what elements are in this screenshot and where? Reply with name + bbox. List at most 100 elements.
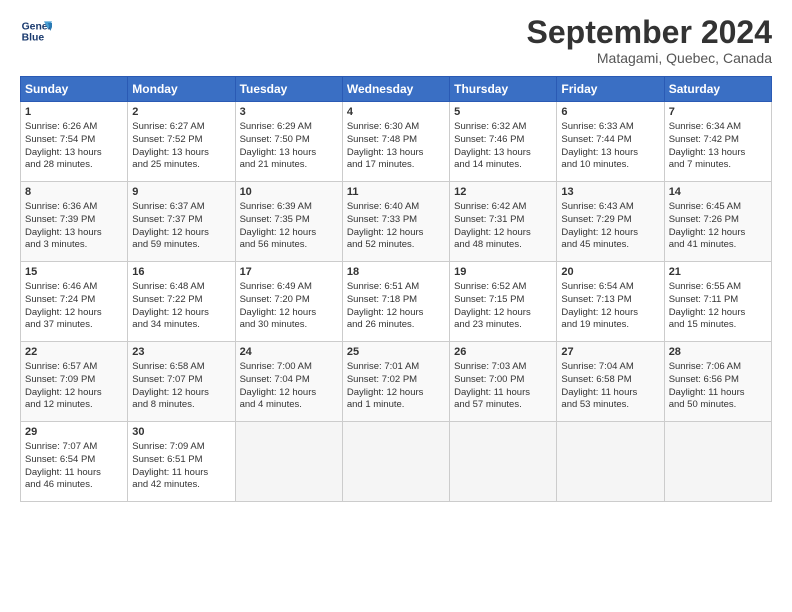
- calendar-cell: 28Sunrise: 7:06 AMSunset: 6:56 PMDayligh…: [664, 342, 771, 422]
- cell-line: Daylight: 11 hours: [454, 387, 552, 400]
- calendar-cell: 3Sunrise: 6:29 AMSunset: 7:50 PMDaylight…: [235, 102, 342, 182]
- cell-line: Sunrise: 7:01 AM: [347, 361, 445, 374]
- cell-line: Sunset: 7:54 PM: [25, 134, 123, 147]
- page: General Blue September 2024 Matagami, Qu…: [0, 0, 792, 612]
- cell-line: Sunset: 7:24 PM: [25, 294, 123, 307]
- weekday-header-monday: Monday: [128, 77, 235, 102]
- week-row-2: 8Sunrise: 6:36 AMSunset: 7:39 PMDaylight…: [21, 182, 772, 262]
- cell-line: Sunset: 7:22 PM: [132, 294, 230, 307]
- day-number: 6: [561, 105, 659, 120]
- day-number: 28: [669, 345, 767, 360]
- cell-line: Sunset: 7:11 PM: [669, 294, 767, 307]
- day-number: 25: [347, 345, 445, 360]
- cell-line: Sunset: 7:07 PM: [132, 374, 230, 387]
- cell-line: Daylight: 12 hours: [25, 387, 123, 400]
- svg-text:Blue: Blue: [22, 33, 45, 44]
- cell-line: and 53 minutes.: [561, 399, 659, 412]
- cell-line: and 57 minutes.: [454, 399, 552, 412]
- day-number: 4: [347, 105, 445, 120]
- weekday-header-friday: Friday: [557, 77, 664, 102]
- cell-line: Sunset: 7:37 PM: [132, 214, 230, 227]
- day-number: 12: [454, 185, 552, 200]
- calendar-cell: [450, 422, 557, 502]
- cell-line: Sunrise: 6:51 AM: [347, 281, 445, 294]
- cell-line: Sunrise: 6:46 AM: [25, 281, 123, 294]
- calendar-cell: 6Sunrise: 6:33 AMSunset: 7:44 PMDaylight…: [557, 102, 664, 182]
- day-number: 15: [25, 265, 123, 280]
- cell-line: Sunrise: 6:33 AM: [561, 121, 659, 134]
- cell-line: and 3 minutes.: [25, 239, 123, 252]
- calendar-cell: 4Sunrise: 6:30 AMSunset: 7:48 PMDaylight…: [342, 102, 449, 182]
- cell-line: Sunset: 7:31 PM: [454, 214, 552, 227]
- calendar-cell: 12Sunrise: 6:42 AMSunset: 7:31 PMDayligh…: [450, 182, 557, 262]
- cell-line: Sunset: 7:44 PM: [561, 134, 659, 147]
- cell-line: Sunset: 7:42 PM: [669, 134, 767, 147]
- cell-line: and 10 minutes.: [561, 159, 659, 172]
- logo: General Blue: [20, 15, 52, 47]
- calendar-cell: 18Sunrise: 6:51 AMSunset: 7:18 PMDayligh…: [342, 262, 449, 342]
- cell-line: and 15 minutes.: [669, 319, 767, 332]
- day-number: 30: [132, 425, 230, 440]
- calendar-cell: 7Sunrise: 6:34 AMSunset: 7:42 PMDaylight…: [664, 102, 771, 182]
- location: Matagami, Quebec, Canada: [527, 50, 772, 66]
- header: General Blue September 2024 Matagami, Qu…: [20, 15, 772, 66]
- cell-line: Sunrise: 6:29 AM: [240, 121, 338, 134]
- day-number: 8: [25, 185, 123, 200]
- cell-line: Sunrise: 6:55 AM: [669, 281, 767, 294]
- cell-line: Daylight: 11 hours: [561, 387, 659, 400]
- day-number: 9: [132, 185, 230, 200]
- day-number: 1: [25, 105, 123, 120]
- day-number: 19: [454, 265, 552, 280]
- cell-line: and 56 minutes.: [240, 239, 338, 252]
- cell-line: Daylight: 11 hours: [25, 467, 123, 480]
- weekday-header-row: SundayMondayTuesdayWednesdayThursdayFrid…: [21, 77, 772, 102]
- calendar-cell: 1Sunrise: 6:26 AMSunset: 7:54 PMDaylight…: [21, 102, 128, 182]
- day-number: 17: [240, 265, 338, 280]
- day-number: 22: [25, 345, 123, 360]
- cell-line: Daylight: 12 hours: [132, 387, 230, 400]
- calendar-cell: [557, 422, 664, 502]
- cell-line: Daylight: 13 hours: [25, 147, 123, 160]
- week-row-5: 29Sunrise: 7:07 AMSunset: 6:54 PMDayligh…: [21, 422, 772, 502]
- calendar-cell: 14Sunrise: 6:45 AMSunset: 7:26 PMDayligh…: [664, 182, 771, 262]
- week-row-3: 15Sunrise: 6:46 AMSunset: 7:24 PM Dayligh…: [21, 262, 772, 342]
- cell-line: Daylight: 13 hours: [669, 147, 767, 160]
- cell-line: Daylight: 12 hours: [240, 307, 338, 320]
- day-number: 14: [669, 185, 767, 200]
- calendar-cell: 20Sunrise: 6:54 AMSunset: 7:13 PMDayligh…: [557, 262, 664, 342]
- cell-line: Sunset: 7:46 PM: [454, 134, 552, 147]
- calendar-cell: 25Sunrise: 7:01 AMSunset: 7:02 PMDayligh…: [342, 342, 449, 422]
- cell-line: Daylight: 12 hours: [347, 227, 445, 240]
- calendar-cell: 13Sunrise: 6:43 AMSunset: 7:29 PMDayligh…: [557, 182, 664, 262]
- cell-line: Sunset: 7:29 PM: [561, 214, 659, 227]
- cell-line: Sunrise: 6:48 AM: [132, 281, 230, 294]
- cell-line: Daylight: 13 hours: [561, 147, 659, 160]
- calendar-cell: 16Sunrise: 6:48 AMSunset: 7:22 PMDayligh…: [128, 262, 235, 342]
- calendar-cell: 27Sunrise: 7:04 AMSunset: 6:58 PMDayligh…: [557, 342, 664, 422]
- day-number: 5: [454, 105, 552, 120]
- cell-line: Daylight: 13 hours: [132, 147, 230, 160]
- calendar-cell: [664, 422, 771, 502]
- calendar-cell: 5Sunrise: 6:32 AMSunset: 7:46 PMDaylight…: [450, 102, 557, 182]
- cell-line: Sunrise: 7:03 AM: [454, 361, 552, 374]
- calendar-cell: 19Sunrise: 6:52 AMSunset: 7:15 PMDayligh…: [450, 262, 557, 342]
- day-number: 3: [240, 105, 338, 120]
- cell-line: Sunrise: 6:52 AM: [454, 281, 552, 294]
- cell-line: Daylight: 12 hours: [240, 387, 338, 400]
- cell-line: and 4 minutes.: [240, 399, 338, 412]
- cell-line: Daylight: 12 hours: [454, 227, 552, 240]
- cell-line: Sunrise: 7:00 AM: [240, 361, 338, 374]
- cell-line: and 1 minute.: [347, 399, 445, 412]
- cell-line: Sunset: 7:52 PM: [132, 134, 230, 147]
- day-number: 27: [561, 345, 659, 360]
- month-title: September 2024: [527, 15, 772, 50]
- weekday-header-tuesday: Tuesday: [235, 77, 342, 102]
- cell-line: Sunrise: 6:36 AM: [25, 201, 123, 214]
- calendar-cell: 29Sunrise: 7:07 AMSunset: 6:54 PMDayligh…: [21, 422, 128, 502]
- cell-line: Sunrise: 7:04 AM: [561, 361, 659, 374]
- cell-line: Sunrise: 6:43 AM: [561, 201, 659, 214]
- cell-line: Sunrise: 6:26 AM: [25, 121, 123, 134]
- cell-line: and 30 minutes.: [240, 319, 338, 332]
- cell-line: Sunrise: 6:58 AM: [132, 361, 230, 374]
- cell-line: Sunset: 7:33 PM: [347, 214, 445, 227]
